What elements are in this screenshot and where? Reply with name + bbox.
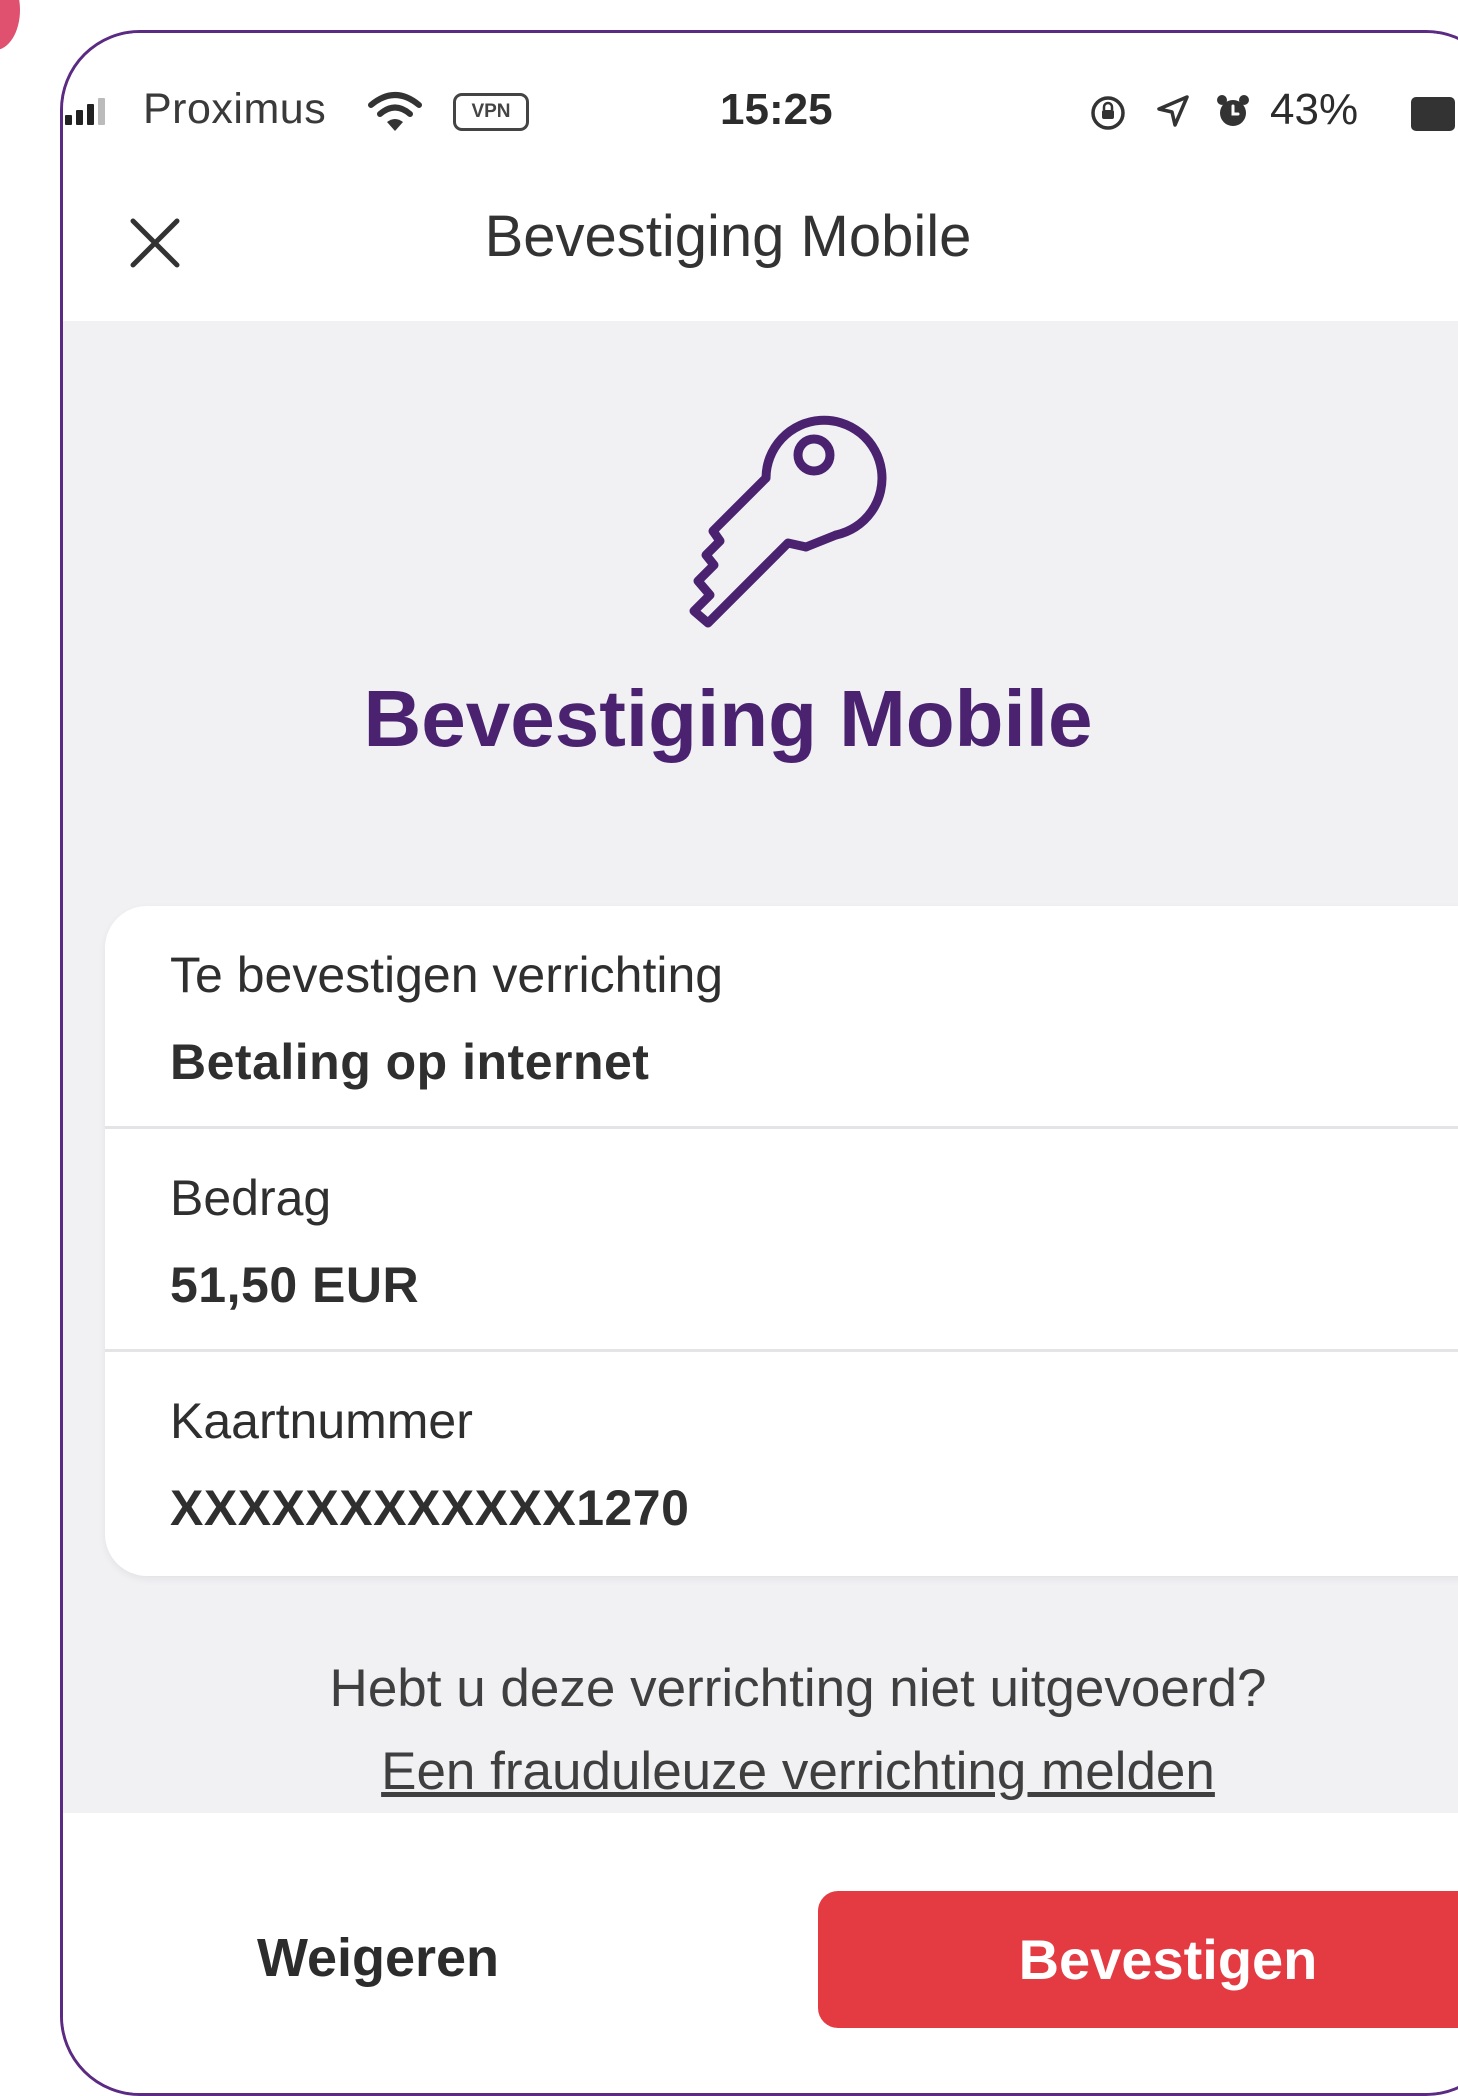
- phone-frame: Proximus VPN 15:25 43% Bevestiging Mobil…: [60, 30, 1458, 2096]
- detail-value: 51,50 EUR: [170, 1257, 420, 1313]
- carrier-name: Proximus: [143, 85, 327, 133]
- detail-row-operation: Te bevestigen verrichting Betaling op in…: [105, 906, 1458, 1129]
- detail-label: Kaartnummer: [170, 1393, 473, 1449]
- key-icon: [689, 415, 887, 628]
- report-fraud-link[interactable]: Een frauduleuze verrichting melden: [63, 1741, 1458, 1802]
- detail-value: Betaling op internet: [170, 1034, 650, 1090]
- battery-percentage: 43%: [1270, 85, 1359, 134]
- vpn-badge: VPN: [453, 93, 529, 131]
- rotation-lock-icon: [1091, 96, 1125, 130]
- confirm-button[interactable]: Bevestigen: [818, 1891, 1458, 2028]
- wifi-icon: [368, 92, 422, 131]
- detail-row-card-number: Kaartnummer XXXXXXXXXXXX1270: [105, 1352, 1458, 1575]
- page-title: Bevestiging Mobile: [484, 204, 972, 269]
- alarm-icon: [1217, 95, 1249, 126]
- reject-button[interactable]: Weigeren: [213, 1908, 543, 2008]
- detail-value: XXXXXXXXXXXX1270: [170, 1480, 690, 1536]
- location-icon: [1157, 95, 1189, 127]
- fraud-question: Hebt u deze verrichting niet uitgevoerd?: [329, 1659, 1267, 1718]
- battery-icon: [1411, 97, 1455, 131]
- decorative-dot: [0, 0, 20, 50]
- detail-label: Te bevestigen verrichting: [170, 947, 724, 1003]
- transaction-details-card: Te bevestigen verrichting Betaling op in…: [105, 906, 1458, 1576]
- hero-title: Bevestiging Mobile: [363, 674, 1093, 763]
- detail-label: Bedrag: [170, 1170, 332, 1226]
- detail-row-amount: Bedrag 51,50 EUR: [105, 1129, 1458, 1352]
- clock-time: 15:25: [720, 85, 833, 134]
- status-bar: Proximus VPN 15:25 43%: [63, 33, 1458, 173]
